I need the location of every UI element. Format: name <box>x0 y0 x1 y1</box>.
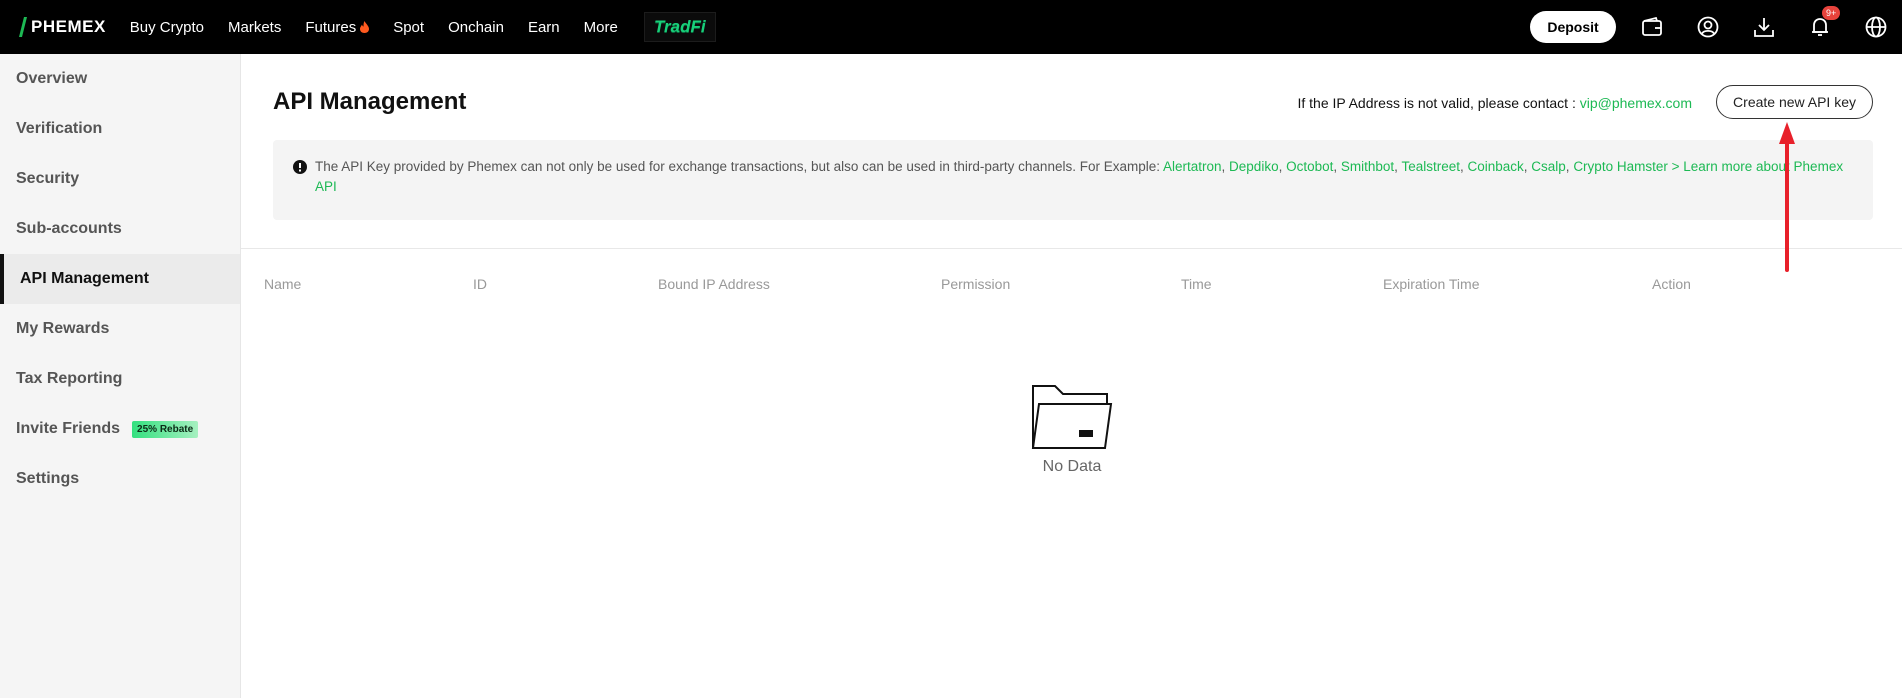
nav-earn[interactable]: Earn <box>528 19 560 36</box>
partner-link-csalp[interactable]: Csalp <box>1531 159 1566 174</box>
sidebar-item-overview[interactable]: Overview <box>0 54 240 104</box>
sidebar-item-api-management[interactable]: API Management <box>0 254 240 304</box>
phemex-logo[interactable]: PHEMEX <box>19 17 106 37</box>
nav-more[interactable]: More <box>584 19 618 36</box>
page-title: API Management <box>273 88 467 115</box>
column-time: Time <box>1181 276 1212 292</box>
create-api-key-button[interactable]: Create new API key <box>1716 85 1873 119</box>
sidebar-item-label: Security <box>16 170 80 187</box>
column-name: Name <box>264 276 302 292</box>
column-id: ID <box>473 276 487 292</box>
contact-notice: If the IP Address is not valid, please c… <box>1297 95 1692 111</box>
separator: , <box>1333 159 1341 174</box>
logo-text: PHEMEX <box>31 17 106 36</box>
partner-link-tealstreet[interactable]: Tealstreet <box>1401 159 1460 174</box>
separator: , <box>1278 159 1287 174</box>
sidebar-item-label: Verification <box>16 120 103 137</box>
partner-link-depdiko[interactable]: Depdiko <box>1229 159 1279 174</box>
sidebar-item-label: Tax Reporting <box>16 370 123 387</box>
column-bound-ip: Bound IP Address <box>658 276 770 292</box>
empty-folder-icon <box>1031 385 1113 449</box>
sidebar-item-settings[interactable]: Settings <box>0 454 240 504</box>
sidebar-item-invite-friends[interactable]: Invite Friends 25% Rebate <box>0 404 240 454</box>
divider <box>241 248 1902 249</box>
nav-buy-crypto[interactable]: Buy Crypto <box>130 19 204 36</box>
nav-onchain[interactable]: Onchain <box>448 19 504 36</box>
nav-spot[interactable]: Spot <box>393 19 424 36</box>
sidebar-item-label: My Rewards <box>16 320 110 337</box>
flame-icon <box>360 21 370 33</box>
bell-icon[interactable]: 9+ <box>1808 6 1841 39</box>
tradfi-banner[interactable]: TradFi <box>643 12 716 42</box>
account-sidebar: Overview Verification Security Sub-accou… <box>0 54 241 698</box>
download-icon[interactable] <box>1752 15 1776 39</box>
contact-text: If the IP Address is not valid, please c… <box>1297 95 1580 111</box>
sidebar-item-sub-accounts[interactable]: Sub-accounts <box>0 204 240 254</box>
main-content: API Management If the IP Address is not … <box>241 54 1902 698</box>
column-permission: Permission <box>941 276 1011 292</box>
nav-futures-label: Futures <box>305 18 357 36</box>
empty-state: No Data <box>1017 384 1127 476</box>
sidebar-item-label: Settings <box>16 470 80 487</box>
rebate-badge: 25% Rebate <box>132 420 199 438</box>
notice-text: The API Key provided by Phemex can not o… <box>315 159 1163 174</box>
sidebar-item-label: Invite Friends <box>16 420 121 437</box>
partner-link-coinback[interactable]: Coinback <box>1467 159 1523 174</box>
warning-icon <box>293 160 307 174</box>
phemex-logo-icon <box>19 17 27 37</box>
deposit-button[interactable]: Deposit <box>1530 11 1616 43</box>
nav-items: Buy Crypto Markets Futures Spot Onchain … <box>130 12 716 42</box>
nav-futures[interactable]: Futures <box>305 18 370 36</box>
api-info-notice: The API Key provided by Phemex can not o… <box>273 140 1873 220</box>
nav-markets[interactable]: Markets <box>228 19 281 36</box>
user-icon[interactable] <box>1696 15 1720 39</box>
sidebar-item-label: API Management <box>20 270 149 287</box>
notification-badge: 9+ <box>1822 6 1841 20</box>
wallet-icon[interactable] <box>1640 15 1664 39</box>
sidebar-item-label: Sub-accounts <box>16 220 122 237</box>
sidebar-item-my-rewards[interactable]: My Rewards <box>0 304 240 354</box>
column-action: Action <box>1652 276 1691 292</box>
api-table-header: Name ID Bound IP Address Permission Time… <box>241 272 1902 296</box>
sidebar-item-verification[interactable]: Verification <box>0 104 240 154</box>
sidebar-item-tax-reporting[interactable]: Tax Reporting <box>0 354 240 404</box>
globe-icon[interactable] <box>1864 15 1888 39</box>
nav-right-actions: Deposit 9+ <box>1530 0 1902 54</box>
annotation-arrow <box>1779 122 1795 272</box>
column-expiration-time: Expiration Time <box>1383 276 1480 292</box>
partner-link-alertatron[interactable]: Alertatron <box>1163 159 1222 174</box>
partner-link-octobot[interactable]: Octobot <box>1286 159 1333 174</box>
separator: , <box>1221 159 1230 174</box>
sidebar-item-label: Overview <box>16 70 88 87</box>
partner-link-crypto-hamster[interactable]: Crypto Hamster <box>1573 159 1668 174</box>
contact-email-link[interactable]: vip@phemex.com <box>1580 95 1692 111</box>
partner-link-smithbot[interactable]: Smithbot <box>1341 159 1394 174</box>
empty-text: No Data <box>1042 458 1102 475</box>
top-navigation: PHEMEX Buy Crypto Markets Futures Spot O… <box>0 0 1902 54</box>
sidebar-item-security[interactable]: Security <box>0 154 240 204</box>
